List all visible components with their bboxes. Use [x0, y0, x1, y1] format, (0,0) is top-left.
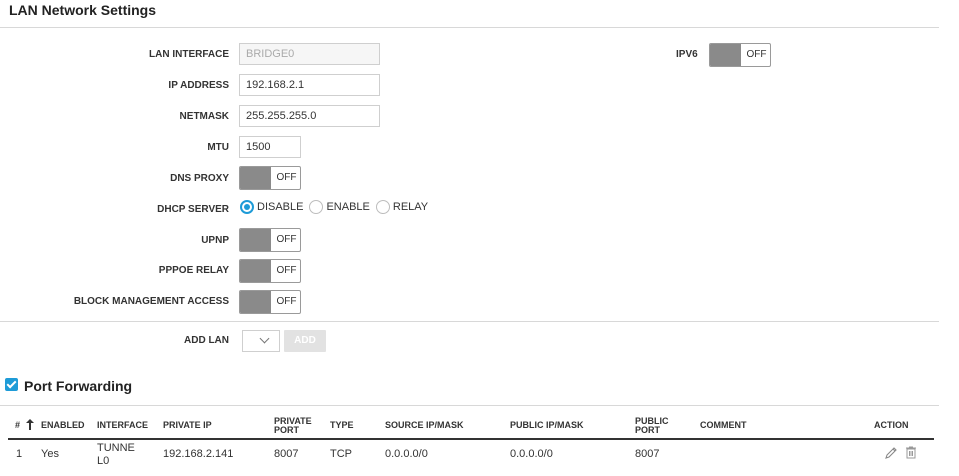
- col-source[interactable]: SOURCE IP/MASK: [385, 421, 464, 430]
- col-num: #: [15, 420, 21, 430]
- port-forwarding-checkbox[interactable]: [5, 378, 18, 391]
- upnp-toggle[interactable]: OFF: [239, 228, 301, 252]
- col-action: ACTION: [874, 420, 909, 430]
- dns-proxy-toggle[interactable]: OFF: [239, 166, 301, 190]
- add-lan-label: ADD LAN: [184, 335, 229, 346]
- dhcp-option-label: DISABLE: [257, 201, 304, 213]
- block-management-toggle[interactable]: OFF: [239, 290, 301, 314]
- dns-proxy-label: DNS PROXY: [170, 173, 229, 184]
- pencil-icon[interactable]: [884, 446, 898, 460]
- cell-interface-line2: L0: [97, 455, 110, 467]
- col-enabled[interactable]: ENABLED: [41, 421, 85, 430]
- radio-unselected[interactable]: [309, 200, 324, 214]
- lan-settings-title: LAN Network Settings: [9, 2, 157, 18]
- port-forwarding-title: Port Forwarding: [24, 378, 132, 394]
- cell-private-ip: 192.168.2.141: [163, 448, 234, 460]
- pppoe-relay-label: PPPOE RELAY: [158, 265, 229, 276]
- cell-type: TCP: [330, 448, 352, 460]
- toggle-state: OFF: [276, 172, 297, 183]
- dhcp-option-disable[interactable]: DISABLE: [240, 200, 303, 214]
- upnp-label: UPNP: [201, 235, 229, 246]
- dhcp-option-label: RELAY: [392, 201, 429, 213]
- ip-address-input[interactable]: 192.168.2.1: [239, 74, 380, 96]
- col-interface[interactable]: INTERFACE: [97, 421, 148, 430]
- toggle-state: OFF: [276, 296, 297, 307]
- netmask-input[interactable]: 255.255.255.0: [239, 105, 380, 127]
- port-forwarding-divider: [0, 405, 939, 406]
- dhcp-option-relay[interactable]: RELAY: [375, 200, 429, 214]
- lan-interface-field: BRIDGE0: [239, 43, 380, 65]
- toggle-state: OFF: [276, 265, 297, 276]
- add-lan-button[interactable]: ADD: [284, 330, 326, 352]
- toggle-knob: [240, 229, 271, 251]
- add-lan-select[interactable]: [242, 330, 280, 352]
- dhcp-server-label: DHCP SERVER: [157, 204, 229, 215]
- lan-divider: [0, 321, 939, 322]
- col-private-port-line2: PORT: [274, 425, 300, 435]
- cell-public-port: 8007: [635, 448, 660, 460]
- col-type[interactable]: TYPE: [330, 421, 354, 430]
- col-public-ip[interactable]: PUBLIC IP/MASK: [510, 421, 584, 430]
- toggle-state: OFF: [746, 49, 767, 60]
- dhcp-option-enable[interactable]: ENABLE: [309, 200, 370, 214]
- cell-interface-line1: TUNNE: [97, 442, 135, 454]
- chevron-down-icon: [259, 333, 270, 344]
- radio-unselected[interactable]: [375, 200, 390, 214]
- block-management-label: BLOCK MANAGEMENT ACCESS: [73, 296, 229, 307]
- toggle-knob: [240, 260, 271, 282]
- dhcp-server-radio-group: DISABLE ENABLE RELAY: [240, 200, 434, 214]
- ip-address-label: IP ADDRESS: [168, 80, 229, 91]
- port-forwarding-title-text: Port Forwarding: [24, 378, 133, 394]
- col-private-ip[interactable]: PRIVATE IP: [163, 421, 212, 430]
- toggle-knob: [240, 291, 271, 313]
- ipv6-toggle[interactable]: OFF: [709, 43, 771, 67]
- cell-public-ip: 0.0.0.0/0: [510, 448, 553, 460]
- ipv6-label: IPV6: [676, 49, 698, 60]
- lan-interface-label: LAN INTERFACE: [149, 49, 229, 60]
- netmask-label: NETMASK: [179, 111, 229, 122]
- col-private-port[interactable]: PRIVATE PORT: [274, 417, 312, 435]
- cell-num: 1: [16, 448, 23, 460]
- mtu-input[interactable]: 1500: [239, 136, 301, 158]
- dhcp-option-label: ENABLE: [326, 201, 370, 213]
- cell-enabled: Yes: [41, 448, 59, 460]
- radio-selected[interactable]: [240, 200, 254, 214]
- cell-source: 0.0.0.0/0: [385, 448, 428, 460]
- toggle-knob: [240, 167, 271, 189]
- mtu-label: MTU: [207, 142, 229, 153]
- cell-private-port: 8007: [274, 448, 299, 460]
- toggle-state: OFF: [276, 234, 297, 245]
- col-public-port-line2: PORT: [635, 425, 661, 435]
- col-comment[interactable]: COMMENT: [700, 421, 747, 430]
- sort-up-arrow-icon[interactable]: [26, 419, 34, 430]
- pppoe-relay-toggle[interactable]: OFF: [239, 259, 301, 283]
- trash-icon[interactable]: [904, 445, 918, 459]
- table-row[interactable]: 1 Yes TUNNE L0 192.168.2.141 8007 TCP 0.…: [0, 440, 934, 476]
- toggle-knob: [710, 44, 741, 66]
- col-public-port[interactable]: PUBLIC PORT: [635, 417, 669, 435]
- title-divider: [0, 27, 939, 28]
